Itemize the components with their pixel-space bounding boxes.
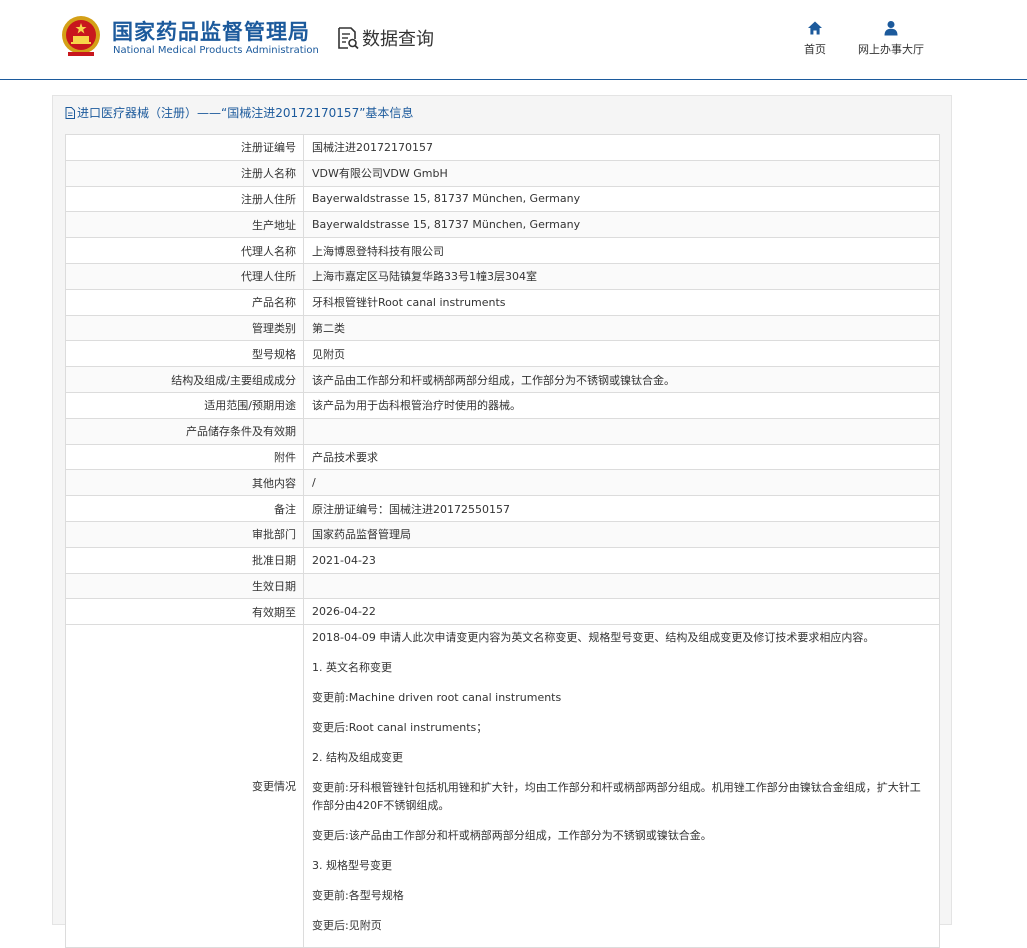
panel-title-text: 进口医疗器械（注册）——“国械注进20172170157”基本信息	[77, 106, 414, 120]
field-label: 生产地址	[65, 211, 304, 239]
change-history-value: 2018-04-09 申请人此次申请变更内容为英文名称变更、规格型号变更、结构及…	[303, 624, 940, 948]
field-value: 2021-04-23	[303, 546, 940, 574]
field-value: 国家药品监督管理局	[303, 520, 940, 548]
field-value: VDW有限公司VDW GmbH	[303, 159, 940, 187]
nav-online-hall[interactable]: 网上办事大厅	[858, 20, 924, 57]
national-emblem-icon	[62, 16, 100, 56]
change-paragraph: 2018-04-09 申请人此次申请变更内容为英文名称变更、规格型号变更、结构及…	[312, 631, 875, 645]
field-label: 管理类别	[65, 314, 304, 342]
field-value: 第二类	[303, 314, 940, 342]
table-row: 注册人名称 VDW有限公司VDW GmbH	[65, 159, 940, 187]
table-row: 适用范围/预期用途 该产品为用于齿科根管治疗时使用的器械。	[65, 391, 940, 419]
field-value: 该产品为用于齿科根管治疗时使用的器械。	[303, 391, 940, 419]
change-paragraph: 变更后:该产品由工作部分和杆或柄部两部分组成，工作部分为不锈钢或镍钛合金。	[312, 829, 712, 843]
field-value: 原注册证编号：国械注进20172550157	[303, 495, 940, 522]
table-row: 备注 原注册证编号：国械注进20172550157	[65, 495, 940, 522]
change-paragraph: 变更前:牙科根管锉针包括机用锉和扩大针，均由工作部分和杆或柄部两部分组成。机用锉…	[312, 781, 921, 813]
change-paragraph: 2. 结构及组成变更	[312, 751, 403, 765]
table-row: 产品储存条件及有效期	[65, 417, 940, 445]
field-value: 国械注进20172170157	[303, 134, 940, 161]
field-label: 注册人名称	[65, 159, 304, 187]
field-value: 2026-04-22	[303, 598, 940, 626]
field-value	[303, 417, 940, 445]
user-icon	[884, 21, 898, 36]
change-paragraph: 变更后:Root canal instruments；	[312, 721, 488, 735]
field-label: 批准日期	[65, 546, 304, 574]
nav-home[interactable]: 首页	[804, 20, 826, 57]
table-row: 生产地址 Bayerwaldstrasse 15, 81737 München, …	[65, 211, 940, 239]
field-value: 牙科根管锉针Root canal instruments	[303, 288, 940, 316]
field-label: 产品名称	[65, 288, 304, 316]
table-row: 产品名称 牙科根管锉针Root canal instruments	[65, 288, 940, 316]
table-row: 管理类别 第二类	[65, 314, 940, 342]
change-paragraph: 变更前:Machine driven root canal instrument…	[312, 691, 562, 705]
nav-home-label: 首页	[804, 43, 826, 56]
data-query-link[interactable]: 数据查询	[336, 25, 434, 51]
field-label: 产品储存条件及有效期	[65, 417, 304, 445]
change-paragraph: 变更前:各型号规格	[312, 889, 404, 903]
change-paragraph: 变更后:见附页	[312, 919, 382, 933]
field-value: 上海市嘉定区马陆镇复华路33号1幢3层304室	[303, 262, 940, 290]
document-search-icon	[338, 27, 359, 50]
table-row: 型号规格 见附页	[65, 340, 940, 368]
table-row: 附件 产品技术要求	[65, 443, 940, 471]
field-value: 产品技术要求	[303, 443, 940, 471]
field-label: 结构及组成/主要组成成分	[65, 366, 304, 393]
table-row: 代理人名称 上海博恩登特科技有限公司	[65, 237, 940, 264]
home-icon	[808, 21, 822, 35]
change-paragraph: 3. 规格型号变更	[312, 859, 392, 873]
field-value: 见附页	[303, 340, 940, 368]
field-label: 代理人住所	[65, 262, 304, 290]
field-label: 备注	[65, 495, 304, 522]
field-label: 其他内容	[65, 469, 304, 497]
field-value: Bayerwaldstrasse 15, 81737 München, Germ…	[303, 185, 940, 213]
table-row: 代理人住所 上海市嘉定区马陆镇复华路33号1幢3层304室	[65, 262, 940, 290]
field-label: 附件	[65, 443, 304, 471]
table-row: 生效日期	[65, 572, 940, 600]
field-value: Bayerwaldstrasse 15, 81737 München, Germ…	[303, 211, 940, 239]
data-query-label: 数据查询	[362, 29, 434, 50]
table-row: 结构及组成/主要组成成分 该产品由工作部分和杆或柄部两部分组成，工作部分为不锈钢或…	[65, 366, 940, 393]
field-label: 代理人名称	[65, 237, 304, 264]
panel-title: 进口医疗器械（注册）——“国械注进20172170157”基本信息	[65, 104, 413, 121]
table-row: 注册证编号 国械注进20172170157	[65, 134, 940, 161]
field-label: 变更情况	[65, 624, 304, 948]
field-label: 型号规格	[65, 340, 304, 368]
site-header: 国家药品监督管理局 National Medical Products Admi…	[0, 0, 1027, 80]
field-label: 审批部门	[65, 520, 304, 548]
field-value: /	[303, 469, 940, 497]
field-label: 生效日期	[65, 572, 304, 600]
field-value: 上海博恩登特科技有限公司	[303, 237, 940, 264]
table-row: 有效期至 2026-04-22	[65, 598, 940, 626]
site-title-en: National Medical Products Administration	[113, 45, 319, 56]
detail-panel: 进口医疗器械（注册）——“国械注进20172170157”基本信息 注册证编号国…	[52, 95, 952, 948]
field-label: 注册人住所	[65, 185, 304, 213]
registration-info-table: 注册证编号 国械注进20172170157 注册人名称 VDW有限公司VDW GmbH…	[65, 134, 940, 948]
table-row: 批准日期 2021-04-23	[65, 546, 940, 574]
field-value	[303, 572, 940, 600]
field-label: 适用范围/预期用途	[65, 391, 304, 419]
site-title-cn[interactable]: 国家药品监督管理局	[112, 16, 310, 46]
document-icon	[65, 106, 75, 119]
table-row: 其他内容 /	[65, 469, 940, 497]
table-row: 审批部门 国家药品监督管理局	[65, 520, 940, 548]
field-label: 注册证编号	[65, 134, 304, 161]
field-label: 有效期至	[65, 598, 304, 626]
nav-online-hall-label: 网上办事大厅	[858, 43, 924, 56]
change-history-row: 变更情况 2018-04-09 申请人此次申请变更内容为英文名称变更、规格型号变更…	[65, 624, 940, 948]
change-paragraph: 1. 英文名称变更	[312, 661, 392, 675]
table-row: 注册人住所 Bayerwaldstrasse 15, 81737 München,…	[65, 185, 940, 213]
field-value: 该产品由工作部分和杆或柄部两部分组成，工作部分为不锈钢或镍钛合金。	[303, 366, 940, 393]
